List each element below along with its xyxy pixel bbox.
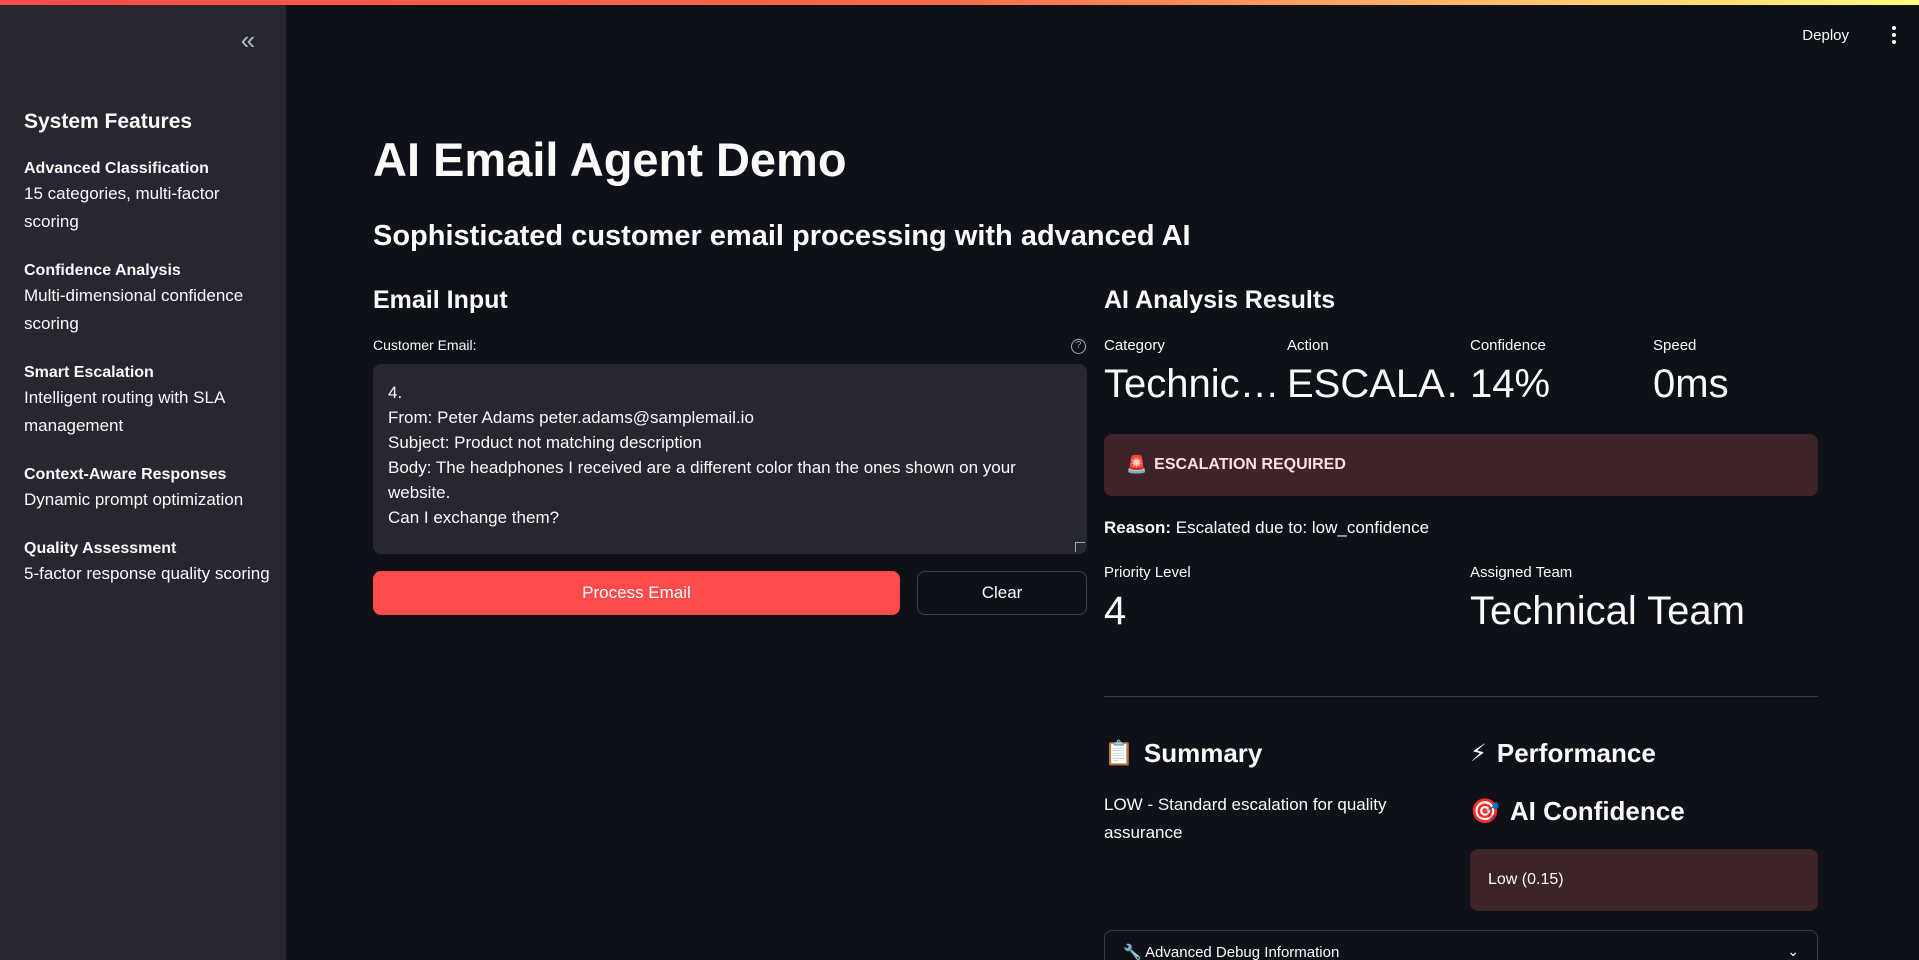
performance-heading-text: Performance — [1496, 738, 1656, 768]
ai-confidence-heading-text: AI Confidence — [1509, 796, 1685, 826]
feature-desc: 15 categories, multi-factor scoring — [24, 184, 220, 231]
collapse-sidebar-icon[interactable]: « — [234, 27, 262, 55]
performance-heading: ⚡ Performance — [1470, 738, 1656, 769]
sidebar: « System Features Advanced Classificatio… — [0, 5, 286, 960]
summary-heading: 📋 Summary — [1104, 738, 1262, 769]
ai-confidence-heading: 🎯 AI Confidence — [1470, 796, 1685, 827]
feature-confidence-analysis: Confidence Analysis Multi-dimensional co… — [24, 260, 274, 338]
feature-name: Advanced Classification — [24, 160, 209, 177]
feature-name: Context-Aware Responses — [24, 466, 227, 483]
feature-desc: 5-factor response quality scoring — [24, 564, 270, 583]
app-header-actions: Deploy — [1802, 5, 1919, 65]
page-title: AI Email Agent Demo — [373, 133, 847, 186]
metric-label-speed: Speed — [1653, 337, 1697, 354]
page-subtitle: Sophisticated customer email processing … — [373, 220, 1191, 252]
feature-smart-escalation: Smart Escalation Intelligent routing wit… — [24, 362, 274, 440]
feature-advanced-classification: Advanced Classification 15 categories, m… — [24, 158, 274, 236]
customer-email-label: Customer Email: — [373, 337, 477, 353]
metric-label-confidence: Confidence — [1470, 337, 1546, 354]
feature-name: Confidence Analysis — [24, 262, 181, 279]
lightning-icon: ⚡ — [1470, 740, 1487, 767]
summary-heading-text: Summary — [1143, 738, 1263, 768]
team-label: Assigned Team — [1470, 564, 1573, 581]
feature-quality-assessment: Quality Assessment 5-factor response qua… — [24, 538, 274, 588]
escalation-reason: Reason: Escalated due to: low_confidence — [1104, 518, 1429, 538]
clear-button[interactable]: Clear — [917, 571, 1087, 615]
process-email-button[interactable]: Process Email — [373, 571, 900, 615]
sidebar-title: System Features — [24, 110, 193, 133]
metric-label-action: Action — [1287, 337, 1329, 354]
metric-value-confidence: 14% — [1470, 362, 1551, 406]
escalation-alert: 🚨 ESCALATION REQUIRED — [1104, 434, 1818, 496]
divider — [1104, 696, 1818, 697]
resize-handle-icon[interactable] — [1075, 542, 1085, 552]
debug-label: Advanced Debug Information — [1145, 944, 1340, 960]
customer-email-textarea[interactable]: 4. From: Peter Adams peter.adams@samplem… — [373, 364, 1087, 554]
top-decoration-bar — [0, 0, 1919, 5]
feature-name: Smart Escalation — [24, 364, 154, 381]
reason-text: Escalated due to: low_confidence — [1171, 518, 1430, 537]
metric-value-action: ESCALA… — [1287, 362, 1457, 406]
feature-desc: Intelligent routing with SLA management — [24, 388, 225, 435]
feature-name: Quality Assessment — [24, 540, 177, 557]
metric-value-category: Technic… — [1104, 362, 1274, 406]
ai-confidence-value: Low (0.15) — [1470, 849, 1818, 911]
escalation-text: ESCALATION REQUIRED — [1154, 456, 1346, 473]
results-heading: AI Analysis Results — [1104, 286, 1336, 314]
help-icon[interactable]: ? — [1071, 339, 1086, 354]
summary-text: LOW - Standard escalation for quality as… — [1104, 795, 1387, 842]
main-menu-icon[interactable] — [1879, 26, 1909, 44]
clipboard-icon: 📋 — [1104, 740, 1134, 767]
feature-context-aware-responses: Context-Aware Responses Dynamic prompt o… — [24, 464, 274, 514]
chevron-down-icon: ⌄ — [1787, 943, 1799, 959]
feature-desc: Dynamic prompt optimization — [24, 490, 244, 509]
priority-label: Priority Level — [1104, 564, 1191, 581]
email-input-heading: Email Input — [373, 286, 508, 314]
wrench-icon: 🔧 — [1123, 944, 1142, 960]
deploy-button[interactable]: Deploy — [1802, 27, 1849, 44]
feature-desc: Multi-dimensional confidence scoring — [24, 286, 244, 333]
siren-icon: 🚨 — [1126, 455, 1148, 474]
metric-value-speed: 0ms — [1653, 362, 1729, 406]
metric-label-category: Category — [1104, 337, 1165, 354]
team-value: Technical Team — [1470, 589, 1745, 633]
debug-expander[interactable]: 🔧 Advanced Debug Information ⌄ — [1104, 930, 1818, 960]
target-icon: 🎯 — [1470, 798, 1500, 825]
reason-label: Reason: — [1104, 518, 1172, 537]
priority-value: 4 — [1104, 589, 1127, 633]
